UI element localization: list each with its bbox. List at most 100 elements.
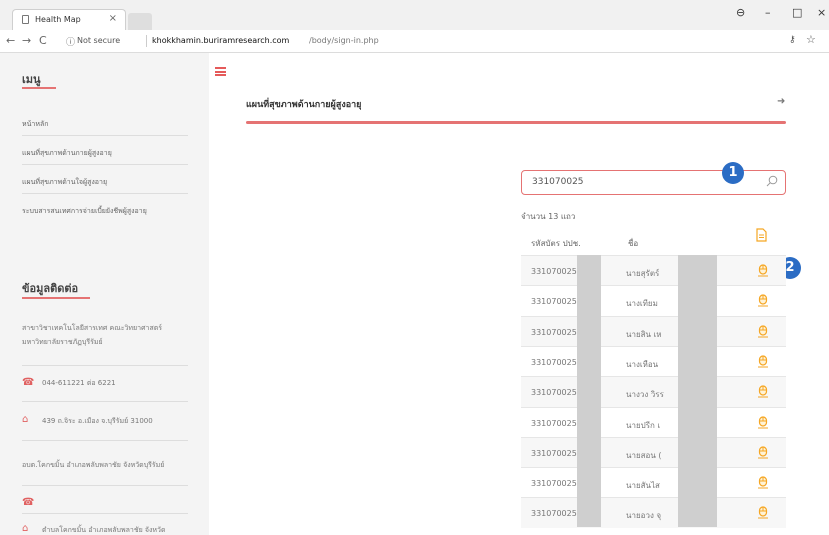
maximize-button[interactable]: □	[792, 6, 802, 19]
info-icon[interactable]: ⓘ	[66, 35, 75, 48]
close-window-button[interactable]: ×	[817, 6, 826, 19]
mouse-click-icon[interactable]	[757, 384, 769, 398]
cell-id: 331070025	[531, 448, 577, 458]
contact-org2: อบต.โคกขมิ้น อำเภอพลับพลาชัย จังหวัดบุรี…	[22, 461, 165, 469]
search-input[interactable]: 331070025	[521, 170, 786, 195]
address-bar[interactable]: ⓘ Not secure khokkhamin.buriramresearch.…	[60, 33, 802, 50]
browser-tab[interactable]: Health Map ×	[12, 9, 126, 30]
table-row: 331070025 นายปรีก เ	[521, 406, 786, 438]
minimize-button[interactable]: –	[765, 6, 771, 19]
divider	[22, 365, 188, 366]
account-icon[interactable]: ⊖	[736, 6, 745, 19]
title-underline	[246, 121, 786, 124]
contact-title: ข้อมูลติดต่อ	[22, 282, 79, 295]
mouse-click-icon[interactable]	[757, 415, 769, 429]
cell-id: 331070025	[531, 267, 577, 276]
cell-id: 331070025	[531, 479, 577, 489]
divider	[22, 193, 188, 194]
browser-tab-bar: Health Map × ⊖ – □ ×	[0, 0, 829, 30]
bookmark-star-icon[interactable]: ☆	[806, 33, 816, 46]
url-divider	[146, 35, 147, 47]
redaction-bar	[577, 255, 601, 527]
divider	[22, 440, 188, 441]
mouse-click-icon[interactable]	[757, 445, 769, 459]
search-input-value: 331070025	[532, 177, 584, 187]
forward-button[interactable]: →	[22, 34, 31, 47]
phone-icon: ☎	[22, 377, 35, 388]
cell-name: นายอวง จุ	[626, 511, 662, 521]
menu-title: เมนู	[22, 73, 41, 86]
cell-name: นายปรีก เ	[626, 420, 661, 430]
sidebar-item-home[interactable]: หน้าหลัก	[22, 119, 188, 130]
cell-name: นายสอน (	[626, 450, 662, 460]
cell-id: 331070025	[531, 388, 577, 398]
cell-name: นายสันไส	[626, 481, 660, 491]
logout-icon[interactable]: ➜	[777, 96, 785, 107]
menu-title-underline	[22, 87, 56, 89]
table-row: 331070025 นายสุรัตร์	[521, 255, 786, 286]
url-path: /body/sign-in.php	[309, 36, 379, 45]
table-row: 331070025 นางวง วิรร	[521, 376, 786, 408]
new-tab-button[interactable]	[128, 13, 152, 30]
mouse-click-icon[interactable]	[757, 324, 769, 338]
table-row: 331070025 นางเหือน	[521, 345, 786, 377]
table-row: 331070025 นางเทียม	[521, 285, 786, 316]
cell-id: 331070025	[531, 509, 577, 519]
cell-id: 331070025	[531, 297, 577, 307]
cell-id: 331070025	[531, 327, 577, 337]
key-icon[interactable]: ⚷	[789, 35, 796, 45]
back-button[interactable]: ←	[6, 34, 15, 47]
reload-button[interactable]: C	[39, 34, 47, 47]
redaction-bar	[678, 255, 717, 527]
cell-name: นางวง วิรร	[626, 390, 664, 400]
page-title: แผนที่สุขภาพด้านกายผู้สูงอายุ	[246, 100, 362, 110]
divider	[22, 485, 188, 486]
search-icon[interactable]	[766, 175, 778, 187]
column-header-name: ชื่อ	[628, 239, 639, 248]
contact-org-line2: มหาวิทยาลัยราชภัฏบุรีรัมย์	[22, 338, 103, 346]
table-row: 331070025 นายสันไส	[521, 467, 786, 498]
cell-name: นายสิน เห	[626, 329, 662, 339]
home-icon: ⌂	[22, 414, 29, 425]
phone-icon: ☎	[22, 497, 35, 508]
home-icon: ⌂	[22, 523, 29, 534]
page-icon	[22, 15, 29, 24]
sidebar-item-allowance-system[interactable]: ระบบสารสนเทศการจ่ายเบี้ยยังชีพผู้สูงอายุ	[22, 206, 188, 217]
url-host: khokkhamin.buriramresearch.com	[152, 36, 290, 45]
contact-address2: ตำบลโคกขมิ้น อำเภอพลับพลาชัย จังหวัด	[42, 526, 166, 534]
table-header: รหัสบัตร ปปช. ชื่อ	[521, 225, 786, 255]
sidebar-item-mental-health-map[interactable]: แผนที่สุขภาพด้านใจผู้สูงอายุ	[22, 177, 188, 188]
divider	[22, 135, 188, 136]
contact-org-line1: สาขาวิชาเทคโนโลยีสารเทศ คณะวิทยาศาสตร์	[22, 324, 163, 332]
browser-toolbar: ← → C ⓘ Not secure khokkhamin.buriramres…	[0, 30, 829, 53]
contact-address: 439 ถ.จิระ อ.เมือง จ.บุรีรัมย์ 31000	[42, 417, 153, 425]
mouse-click-icon[interactable]	[757, 505, 769, 519]
divider	[22, 164, 188, 165]
cell-id: 331070025	[531, 357, 577, 367]
row-count: จำนวน 13 แถว	[521, 212, 576, 221]
tab-close-icon[interactable]: ×	[109, 13, 117, 24]
table-row: 331070025 นายสอน (	[521, 436, 786, 468]
sidebar-item-physical-health-map[interactable]: แผนที่สุขภาพด้านกายผู้สูงอายุ	[22, 148, 188, 159]
cell-name: นางเทียม	[626, 299, 658, 309]
contact-title-underline	[22, 297, 90, 299]
mouse-click-icon[interactable]	[757, 475, 769, 489]
security-label: Not secure	[77, 36, 121, 45]
mouse-click-icon[interactable]	[757, 263, 769, 277]
table-row: 331070025 นายสิน เห	[521, 315, 786, 347]
column-header-id: รหัสบัตร ปปช.	[531, 239, 581, 248]
sidebar: เมนู หน้าหลัก แผนที่สุขภาพด้านกายผู้สูงอ…	[0, 53, 209, 535]
callout-badge-1: 1	[722, 162, 744, 184]
contact-phone: 044-611221 ต่อ 6221	[42, 379, 116, 387]
cell-id: 331070025	[531, 418, 577, 428]
hamburger-menu-icon[interactable]	[215, 67, 226, 76]
divider	[22, 513, 188, 514]
cell-name: นายสุรัตร์	[626, 269, 660, 278]
document-icon	[756, 228, 767, 242]
cell-name: นางเหือน	[626, 359, 659, 369]
mouse-click-icon[interactable]	[757, 293, 769, 307]
tab-title: Health Map	[35, 15, 81, 24]
mouse-click-icon[interactable]	[757, 354, 769, 368]
table-row: 331070025 นายอวง จุ	[521, 497, 786, 529]
divider	[22, 401, 188, 402]
